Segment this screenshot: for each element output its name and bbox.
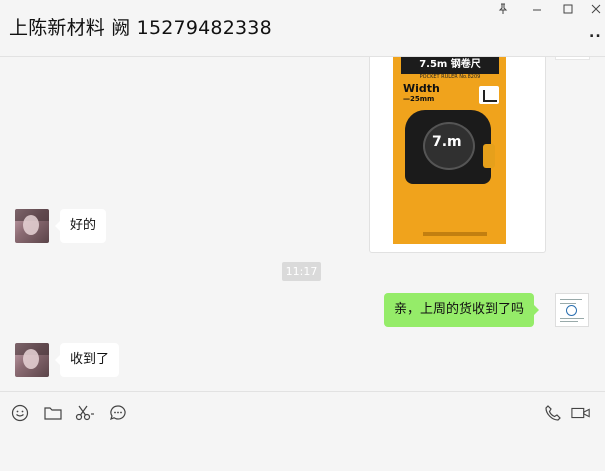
message-list[interactable]: 7.5m 钢卷尺 POCKET RULER No.8209 Width —25m…	[0, 57, 605, 392]
video-icon[interactable]	[571, 403, 591, 423]
folder-icon[interactable]	[43, 403, 63, 423]
message-bubble-incoming[interactable]: 收到了	[54, 343, 120, 377]
message-bubble-outgoing[interactable]: 亲，上周的货收到了吗	[384, 293, 540, 327]
tape-width-label: Width	[403, 82, 440, 95]
my-avatar[interactable]	[555, 293, 589, 327]
more-icon[interactable]: ..	[589, 25, 602, 41]
contact-avatar[interactable]	[15, 209, 49, 243]
scissors-icon[interactable]	[75, 403, 95, 423]
contact-avatar[interactable]	[15, 343, 49, 377]
tape-brand: 7.5m 钢卷尺	[401, 57, 499, 74]
title-bar: 上陈新材料 阙 15279482338 ..	[0, 0, 605, 56]
message-bubble-incoming[interactable]: 好的	[54, 209, 107, 243]
phone-icon[interactable]	[543, 403, 563, 423]
tape-body: 7.m	[405, 110, 495, 184]
minimize-icon[interactable]	[526, 0, 548, 18]
tape-hook-icon	[479, 86, 499, 104]
chat-title: 上陈新材料 阙 15279482338	[9, 17, 272, 39]
tape-subtitle: POCKET RULER No.8209	[419, 74, 481, 80]
tape-measure-image: 7.5m 钢卷尺 POCKET RULER No.8209 Width —25m…	[393, 57, 506, 244]
my-avatar-top	[555, 57, 590, 60]
tape-size-label: 7.m	[432, 134, 462, 150]
message-timestamp: 11:17	[282, 262, 321, 281]
close-icon[interactable]	[585, 0, 605, 18]
maximize-icon[interactable]	[557, 0, 579, 18]
tape-width-value: —25mm	[403, 95, 435, 103]
image-message[interactable]: 7.5m 钢卷尺 POCKET RULER No.8209 Width —25m…	[369, 57, 546, 253]
pin-icon[interactable]	[492, 0, 514, 18]
tape-foot	[423, 232, 487, 236]
emoji-icon[interactable]	[10, 403, 30, 423]
chat-history-icon[interactable]	[108, 403, 128, 423]
